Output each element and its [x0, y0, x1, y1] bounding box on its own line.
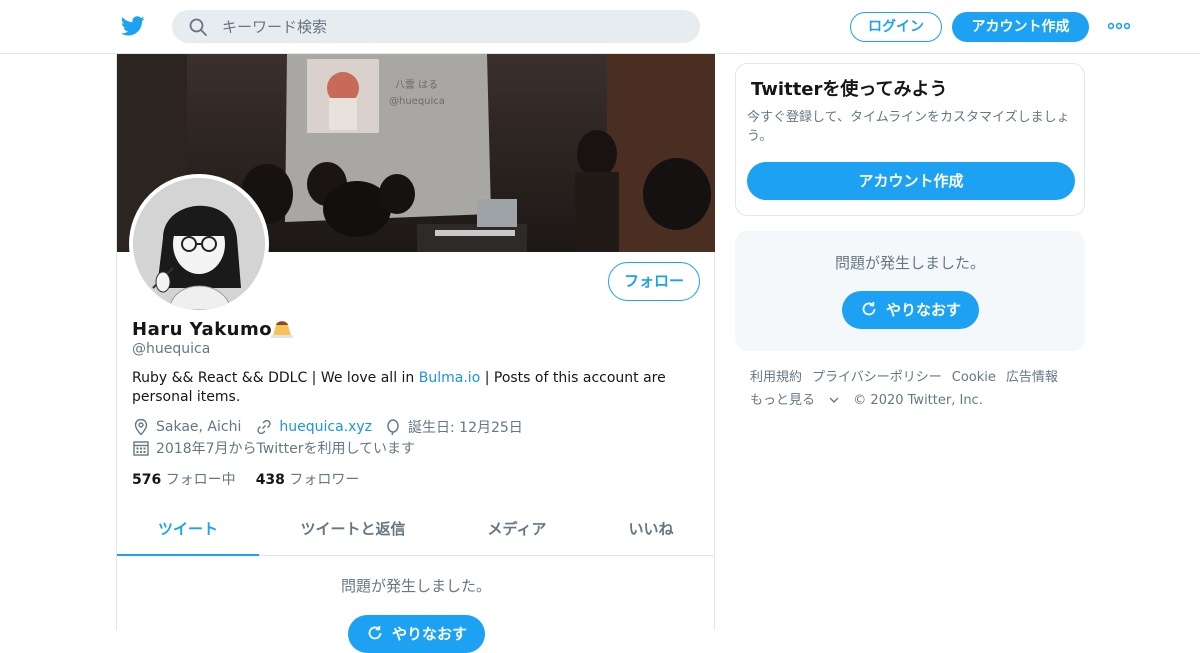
follow-button[interactable]: フォロー: [608, 262, 700, 301]
profile-display-name: Haru Yakumo: [132, 319, 273, 340]
footer-more-link[interactable]: もっと見る: [750, 393, 839, 408]
chevron-down-icon: [829, 397, 839, 403]
tab-tweets-and-replies[interactable]: ツイートと返信: [289, 506, 417, 556]
location-pin-icon: [134, 418, 148, 436]
signup-button[interactable]: アカウント作成: [952, 12, 1089, 42]
profile-stats: 576 フォロー中 438 フォロワー: [132, 469, 359, 489]
following-stat[interactable]: 576 フォロー中: [132, 469, 236, 489]
tab-media[interactable]: メディア: [469, 506, 565, 556]
banner-slide-name: 八雲 はる: [395, 79, 438, 91]
profile-handle: @huequica: [132, 341, 211, 357]
sidebar-retry-button[interactable]: やりなおす: [842, 291, 979, 329]
profile-website-link[interactable]: huequica.xyz: [279, 419, 372, 435]
followers-stat[interactable]: 438 フォロワー: [256, 469, 360, 489]
sidebar-footer: 利用規約 プライバシーポリシー Cookie 広告情報 もっと見る © 2020 Tw…: [750, 366, 1080, 412]
refresh-icon: [862, 301, 876, 316]
more-options-icon[interactable]: [1108, 22, 1130, 30]
timeline-error-text: 問題が発生しました。: [340, 577, 491, 595]
calendar-icon: [133, 441, 149, 456]
following-count: 576: [132, 472, 162, 488]
sidebar-error-text: 問題が発生しました。: [834, 254, 985, 272]
timeline-retry-button[interactable]: やりなおす: [348, 615, 485, 653]
tab-likes[interactable]: いいね: [611, 506, 691, 556]
footer-link-terms[interactable]: 利用規約: [750, 370, 802, 385]
profile-location: Sakae, Aichi: [156, 419, 242, 435]
profile-tabs: ツイート ツイートと返信 メディア いいね: [117, 506, 715, 556]
login-button[interactable]: ログイン: [850, 12, 942, 42]
search-input[interactable]: [222, 10, 682, 43]
signup-card-description: 今すぐ登録して、タイムラインをカスタマイズしましょう。: [747, 110, 1070, 144]
followers-count: 438: [255, 472, 285, 488]
signup-card: Twitterを使ってみよう 今すぐ登録して、タイムラインをカスタマイズしましょ…: [735, 63, 1085, 216]
refresh-icon: [368, 625, 382, 640]
twitter-bird-icon[interactable]: [120, 14, 146, 38]
bio-text-prefix: Ruby && React && DDLC | We love all in: [132, 370, 419, 386]
footer-link-cookie[interactable]: Cookie: [952, 370, 996, 385]
profile-meta-row-joined: 2018年7月からTwitterを利用しています: [132, 438, 415, 458]
top-navigation-bar: ログイン アカウント作成: [0, 0, 1200, 54]
profile-joined-date: 2018年7月からTwitterを利用しています: [156, 441, 416, 457]
profile-avatar[interactable]: [129, 174, 269, 314]
signup-card-title: Twitterを使ってみよう: [751, 79, 948, 100]
timeline-retry-label: やりなおす: [391, 625, 467, 643]
signup-card-button[interactable]: アカウント作成: [747, 162, 1075, 200]
following-label: フォロー中: [165, 472, 236, 488]
profile-column: 八雲 はる @huequica フォロー Haru Yakumo @huequi…: [116, 54, 715, 653]
followers-label: フォロワー: [289, 472, 360, 488]
sidebar-retry-label: やりなおす: [885, 301, 961, 319]
search-bar[interactable]: [172, 10, 700, 43]
footer-link-privacy[interactable]: プライバシーポリシー: [812, 370, 942, 385]
pudding-emoji-icon: [271, 321, 293, 338]
profile-meta-row: Sakae, Aichi huequica.xyz 誕生日: 12月25日: [132, 417, 523, 437]
sidebar-error-card: 問題が発生しました。 やりなおす: [735, 231, 1085, 351]
profile-birthday: 誕生日: 12月25日: [408, 420, 523, 436]
footer-copyright: © 2020 Twitter, Inc.: [853, 393, 983, 408]
footer-link-ads[interactable]: 広告情報: [1006, 370, 1058, 385]
link-icon: [257, 419, 272, 435]
footer-more-label: もっと見る: [750, 393, 816, 408]
banner-slide-handle: @huequica: [389, 96, 445, 107]
bio-link-bulma[interactable]: Bulma.io: [419, 370, 481, 386]
search-icon: [189, 18, 207, 36]
balloon-icon: [387, 419, 399, 436]
avatar-illustration: [133, 178, 265, 310]
profile-bio: Ruby && React && DDLC | We love all in B…: [132, 369, 692, 407]
tab-tweets[interactable]: ツイート: [117, 506, 259, 556]
